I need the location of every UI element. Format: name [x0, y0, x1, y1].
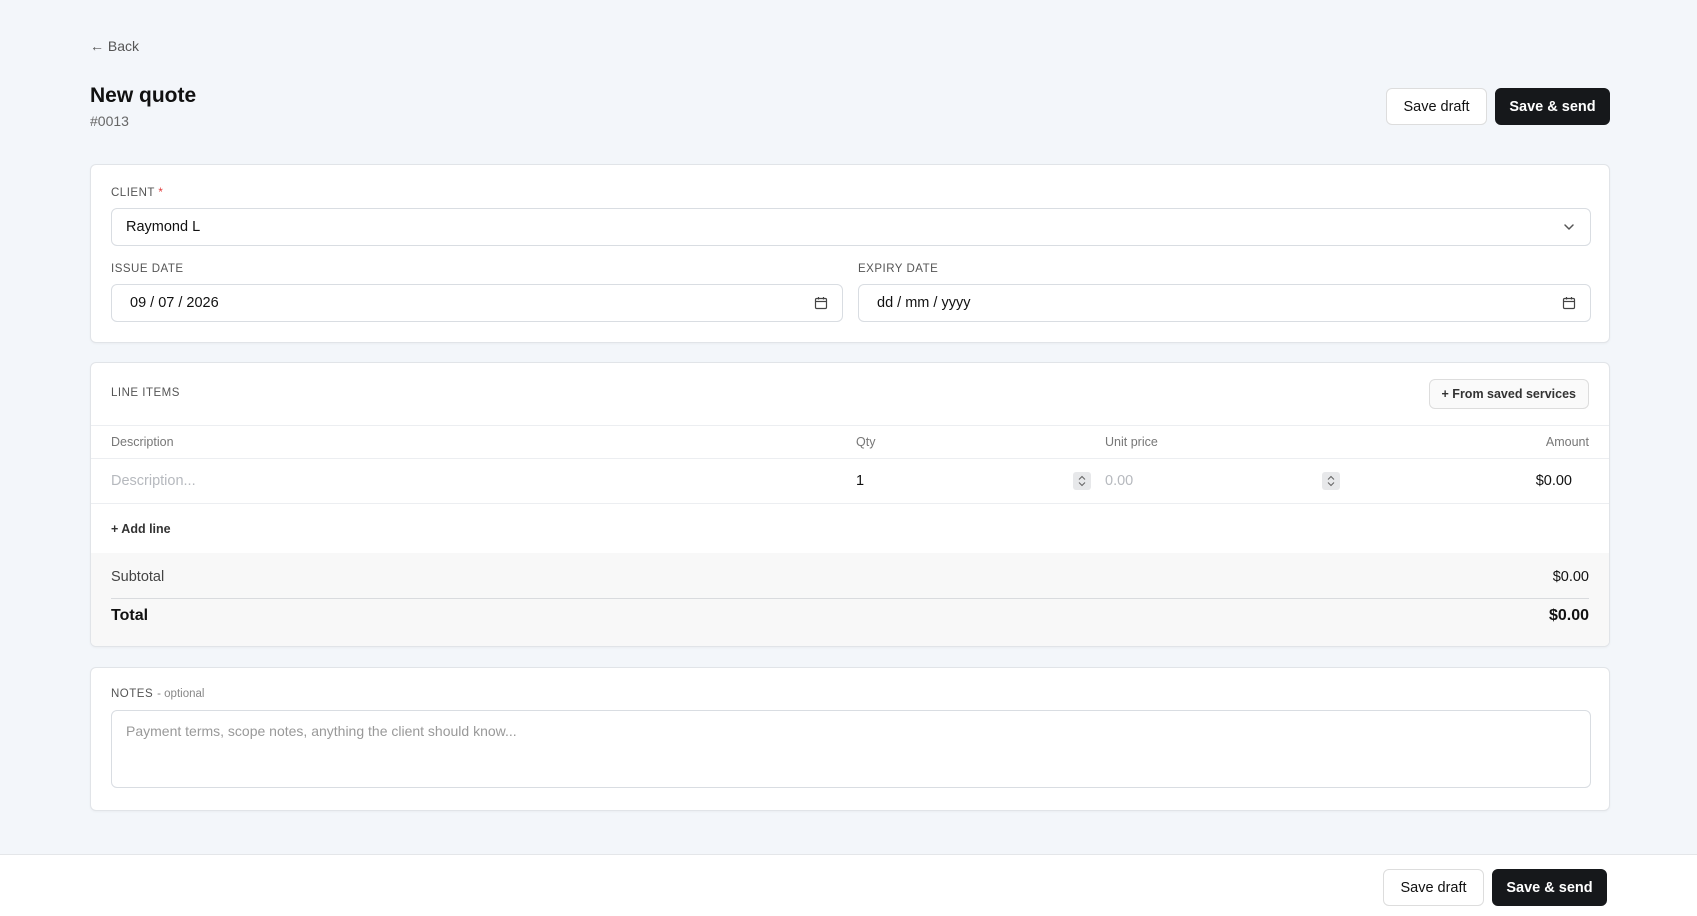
calendar-icon[interactable] — [814, 296, 828, 310]
notes-optional-hint: - optional — [157, 688, 205, 700]
page-title: New quote — [90, 84, 197, 107]
client-card: CLIENT * Raymond L ISSUE DATE 09 / 07 / … — [90, 164, 1610, 343]
chevron-down-icon — [1562, 220, 1576, 234]
divider — [111, 598, 1589, 599]
calendar-icon[interactable] — [1562, 296, 1576, 310]
qty-stepper-icon[interactable] — [1073, 472, 1091, 490]
column-header-qty: Qty — [856, 435, 876, 449]
save-draft-button[interactable]: Save draft — [1386, 88, 1487, 125]
line-amount: $0.00 — [1535, 473, 1572, 489]
issue-date-label: ISSUE DATE — [111, 263, 184, 275]
save-draft-button[interactable]: Save draft — [1383, 869, 1484, 906]
divider — [91, 503, 1609, 504]
notes-card: NOTES - optional — [90, 667, 1610, 811]
total-value: $0.00 — [1548, 607, 1589, 624]
subtotal-label: Subtotal — [111, 569, 165, 585]
column-header-description: Description — [111, 435, 174, 449]
save-send-button[interactable]: Save & send — [1495, 88, 1610, 125]
divider — [91, 458, 1609, 459]
from-saved-services-button[interactable]: + From saved services — [1428, 379, 1589, 409]
quote-number: #0013 — [90, 113, 129, 129]
unit-price-stepper-icon[interactable] — [1322, 472, 1340, 490]
column-header-amount: Amount — [1545, 435, 1589, 449]
save-send-button[interactable]: Save & send — [1492, 869, 1607, 906]
line-items-card: LINE ITEMS + From saved services Descrip… — [90, 362, 1610, 647]
back-link-label: ← Back — [90, 38, 140, 54]
issue-date-value: 09 / 07 / 2026 — [130, 295, 219, 311]
totals-section: Subtotal $0.00 Total $0.00 — [91, 553, 1609, 646]
unit-price-input[interactable]: 0.00 — [1105, 473, 1133, 489]
client-label-text: CLIENT — [111, 187, 155, 199]
footer-actions: Save draft Save & send — [1383, 869, 1607, 906]
expiry-date-input[interactable]: dd / mm / yyyy — [858, 284, 1591, 322]
notes-label-group: NOTES - optional — [111, 688, 204, 700]
notes-textarea[interactable] — [111, 710, 1591, 788]
client-select-value: Raymond L — [126, 219, 201, 235]
total-label: Total — [111, 607, 149, 624]
issue-date-input[interactable]: 09 / 07 / 2026 — [111, 284, 843, 322]
add-line-button[interactable]: + Add line — [111, 522, 171, 536]
line-items-label: LINE ITEMS — [111, 387, 180, 399]
header-actions: Save draft Save & send — [1386, 88, 1610, 125]
footer-bar: Save draft Save & send — [0, 854, 1697, 916]
client-select[interactable]: Raymond L — [111, 208, 1591, 246]
column-header-unit-price: Unit price — [1105, 435, 1158, 449]
notes-label: NOTES — [111, 688, 154, 700]
qty-input[interactable]: 1 — [856, 473, 864, 489]
expiry-date-label: EXPIRY DATE — [858, 263, 939, 275]
expiry-date-value: dd / mm / yyyy — [877, 295, 971, 311]
divider — [91, 425, 1609, 426]
description-input[interactable]: Description... — [111, 473, 196, 489]
client-label: CLIENT * — [111, 187, 163, 199]
back-link[interactable]: ← Back — [90, 38, 139, 54]
subtotal-value: $0.00 — [1552, 569, 1589, 585]
required-mark: * — [158, 187, 164, 199]
